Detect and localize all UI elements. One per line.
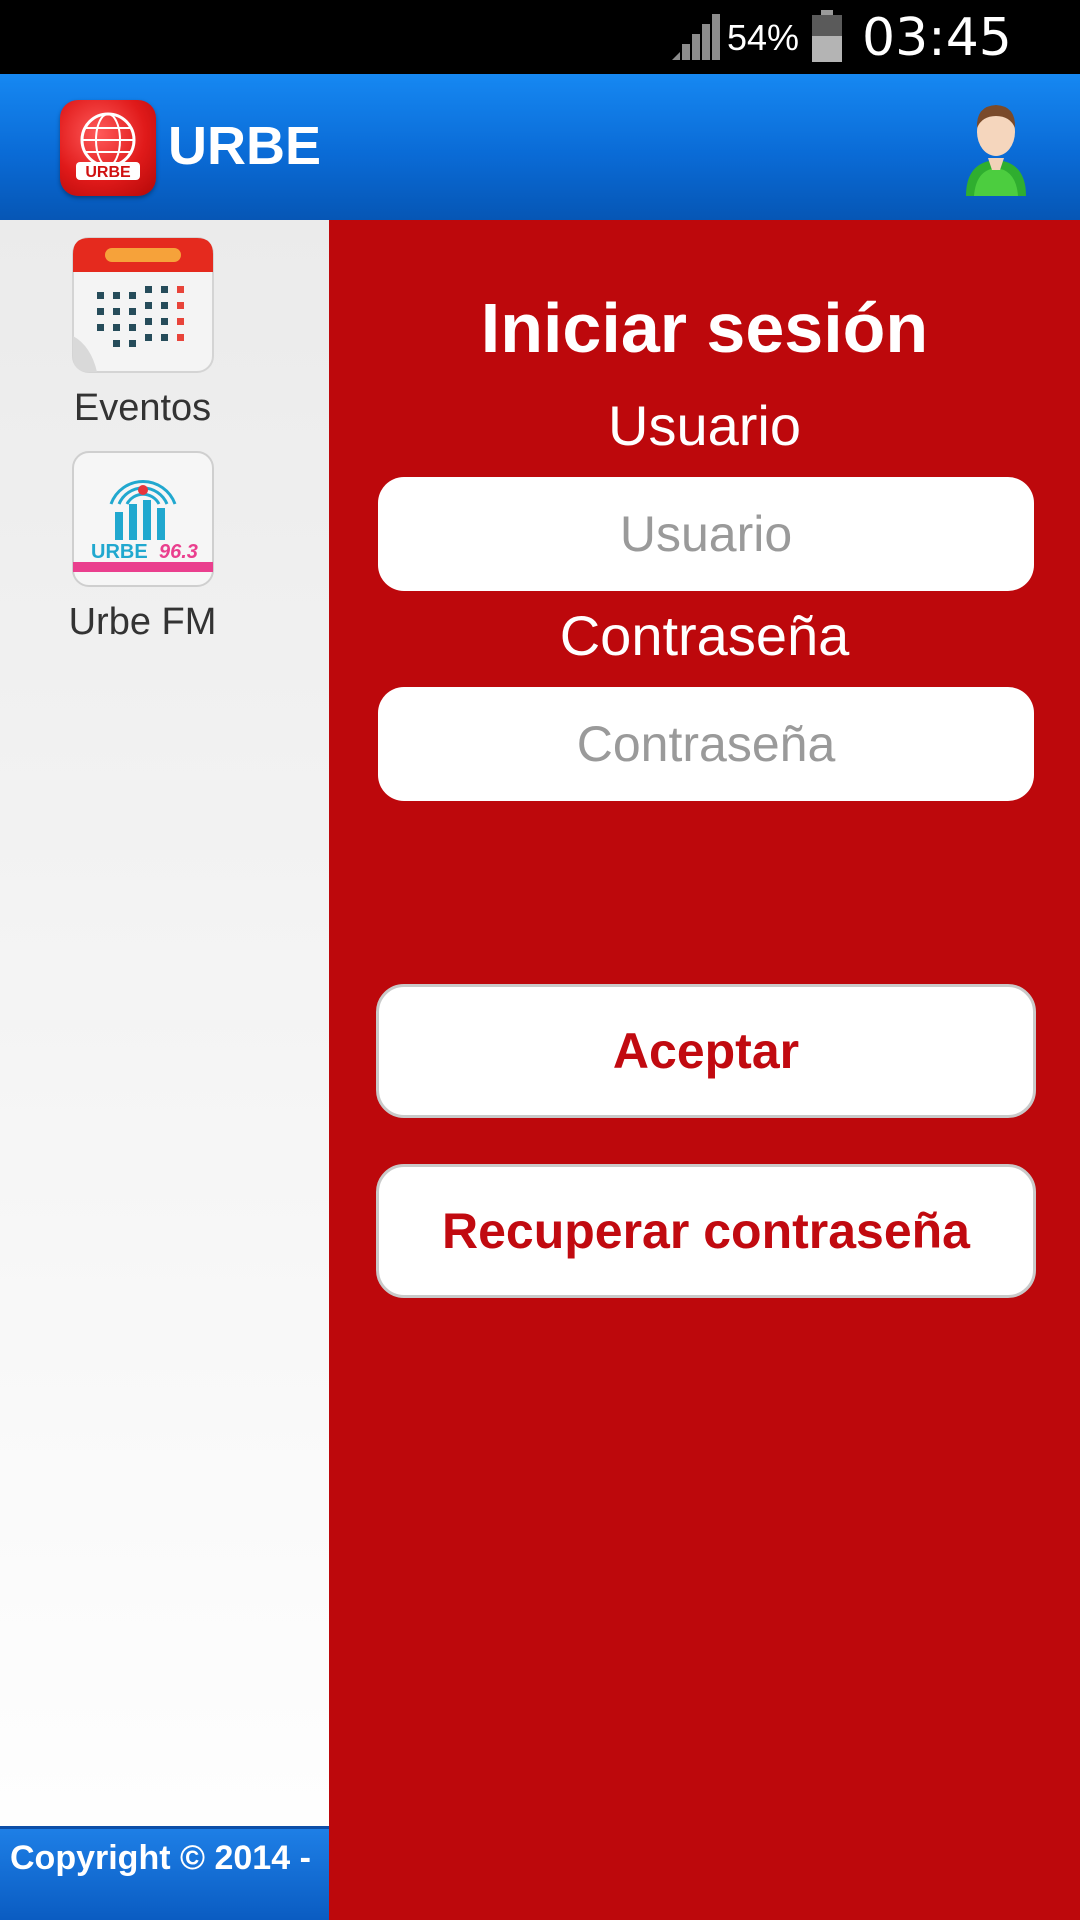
app-title: URBE <box>168 116 322 176</box>
username-input[interactable] <box>378 477 1034 591</box>
user-profile-icon[interactable] <box>960 96 1032 200</box>
recover-password-button[interactable]: Recuperar contraseña <box>376 1164 1036 1298</box>
signal-icon <box>672 14 720 60</box>
accept-button[interactable]: Aceptar <box>376 984 1036 1118</box>
urbe-logo-icon[interactable]: URBE <box>60 100 156 196</box>
sidebar-item-label: Urbe FM <box>68 601 217 643</box>
password-label: Contraseña <box>559 604 850 667</box>
username-label: Usuario <box>608 394 801 457</box>
sidebar-item-urbe-fm[interactable]: URBE 96.3 Urbe FM <box>0 450 285 646</box>
app-bar: URBE URBE <box>0 74 1080 220</box>
sidebar-item-eventos[interactable]: Eventos <box>0 236 285 432</box>
calendar-icon <box>71 236 215 376</box>
svg-text:96.3: 96.3 <box>159 541 198 563</box>
battery-icon <box>812 10 842 62</box>
status-bar: 54% 03:45 PM <box>0 0 1080 128</box>
svg-text:URBE: URBE <box>91 541 148 563</box>
battery-percent: 54% <box>727 17 800 58</box>
svg-text:URBE: URBE <box>85 164 131 181</box>
copyright-text: Copyright © 2014 - <box>0 1826 329 1920</box>
page-title: Iniciar sesión <box>480 289 929 367</box>
password-input[interactable] <box>378 687 1034 801</box>
sidebar: Eventos URBE 96.3 Urbe FM Copyright © 20… <box>0 220 329 1920</box>
sidebar-item-label: Eventos <box>73 387 212 429</box>
urbe-fm-radio-icon: URBE 96.3 <box>71 450 215 590</box>
login-panel: Iniciar sesión Usuario Contraseña Acepta… <box>329 220 1080 1920</box>
